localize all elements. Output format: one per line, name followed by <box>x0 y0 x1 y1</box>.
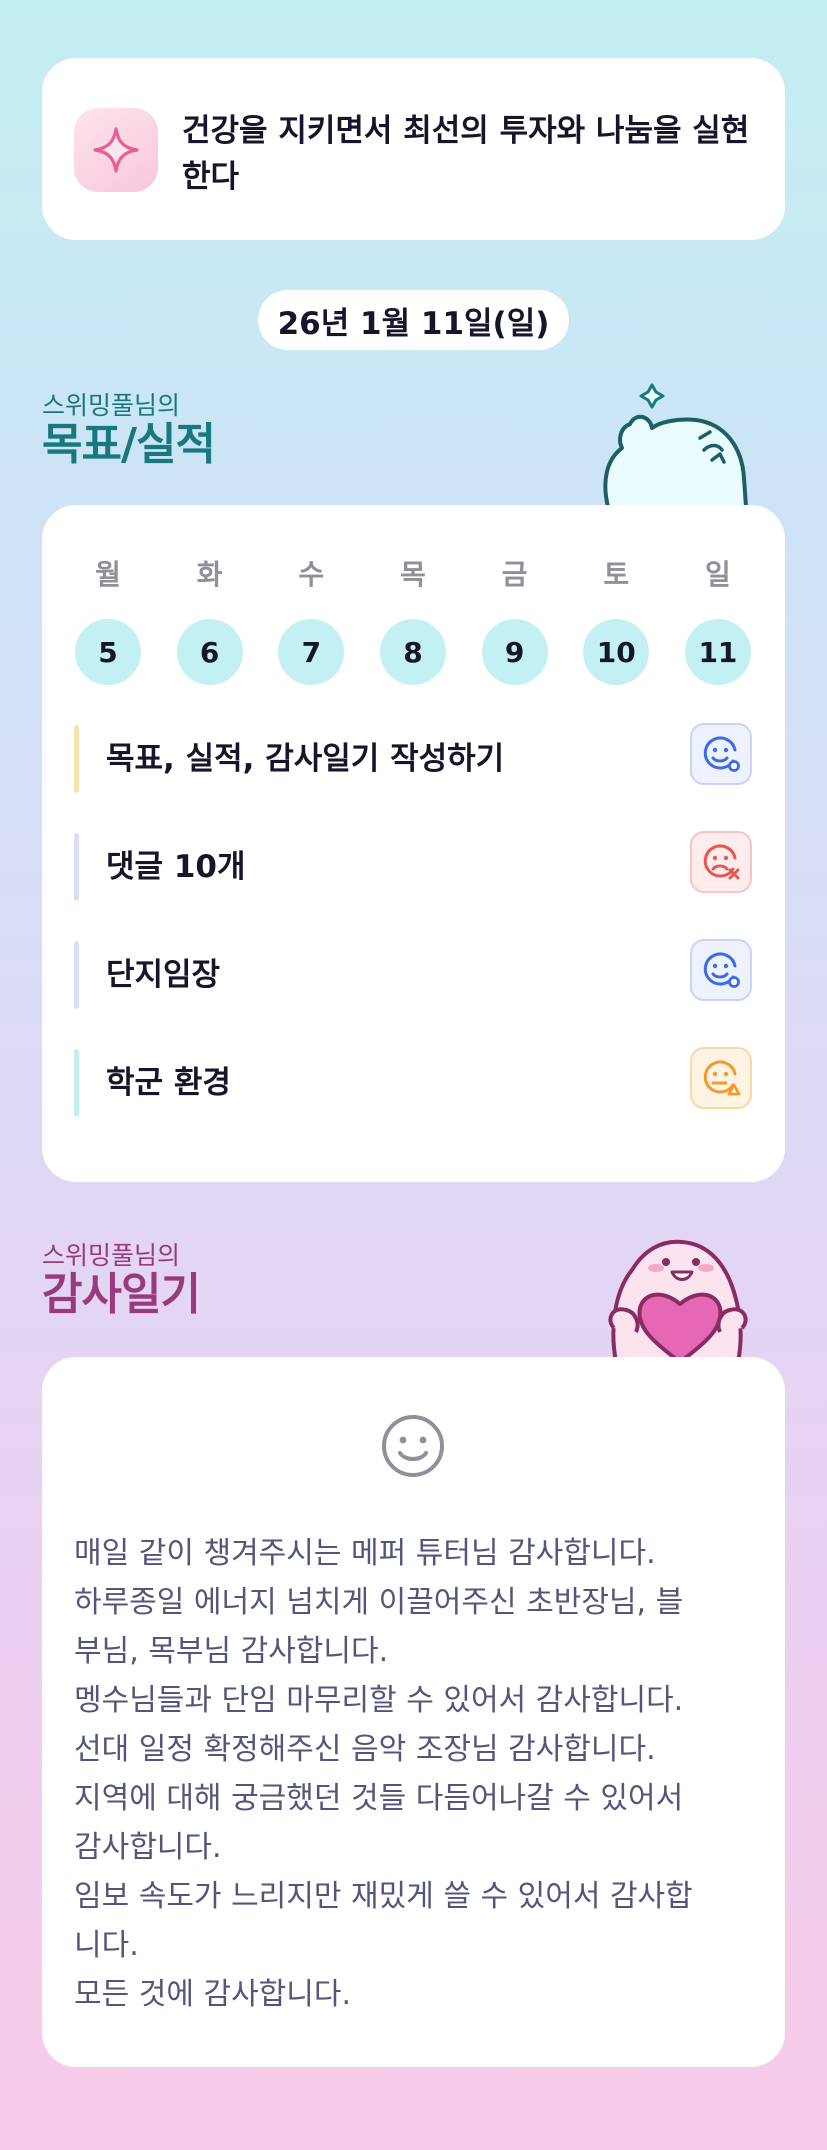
diary-card: 매일 같이 챙겨주시는 메퍼 튜터님 감사합니다. 하루종일 에너지 넘치게 이… <box>42 1357 785 2067</box>
task-item[interactable]: 목표, 실적, 감사일기 작성하기 <box>74 723 752 793</box>
day-number: 8 <box>379 619 446 685</box>
day-name: 일 <box>705 558 731 591</box>
smile-face-icon <box>382 1415 444 1477</box>
status-badge[interactable] <box>690 831 752 893</box>
diary-section-subtitle: 스위밍풀님의 <box>42 1241 181 1270</box>
status-badge[interactable] <box>690 723 752 785</box>
heart-mascot <box>596 1232 758 1366</box>
task-color-bar <box>74 833 79 901</box>
goals-section-title: 목표/실적 <box>42 419 216 470</box>
task-label: 단지임장 <box>106 957 221 993</box>
task-item[interactable]: 댓글 10개 <box>74 831 752 901</box>
diary-line: 선대 일정 확정해주신 음악 조장님 감사합니다. <box>74 1732 656 1767</box>
day-thu[interactable]: 목 8 <box>379 555 447 685</box>
day-name: 금 <box>501 558 528 591</box>
date-pill: 26년 1월 11일(일) <box>258 290 569 350</box>
smile-circle-icon <box>703 952 740 988</box>
task-label: 목표, 실적, 감사일기 작성하기 <box>106 741 505 777</box>
goals-section-header: 스위밍풀님의 목표/실적 <box>42 391 216 470</box>
day-name: 수 <box>298 558 325 591</box>
day-fri[interactable]: 금 9 <box>481 555 549 685</box>
diary-line: 모든 것에 감사합니다. <box>74 1977 352 2012</box>
task-color-bar <box>74 725 79 793</box>
day-name: 화 <box>196 558 223 591</box>
diary-section-title: 감사일기 <box>42 1269 201 1320</box>
smile-circle-icon <box>703 736 740 772</box>
goal-text: 건강을 지키면서 최선의 투자와 나눔을 실현한다 <box>182 113 750 195</box>
goals-card: 월 5 화 6 수 7 목 8 금 9 토 10 일 11 목표, 실적, 감사… <box>42 505 785 1182</box>
day-tue[interactable]: 화 6 <box>176 555 244 685</box>
sad-x-icon <box>703 844 740 880</box>
task-color-bar <box>74 1049 79 1117</box>
goals-section-subtitle: 스위밍풀님의 <box>42 391 181 420</box>
task-item[interactable]: 단지임장 <box>74 939 752 1009</box>
diary-line: 임보 속도가 느리지만 재밌게 쓸 수 있어서 감사합 <box>74 1879 693 1914</box>
sparkle-icon <box>74 108 158 192</box>
day-name: 목 <box>400 558 426 591</box>
diary-line: 부님, 목부님 감사합니다. <box>74 1634 389 1669</box>
goal-card: 건강을 지키면서 최선의 투자와 나눔을 실현한다 <box>42 58 785 240</box>
task-label: 학군 환경 <box>106 1065 231 1101</box>
diary-line: 니다. <box>74 1928 139 1963</box>
day-name: 토 <box>603 558 630 591</box>
week-strip: 월 5 화 6 수 7 목 8 금 9 토 10 일 11 <box>74 555 752 685</box>
diary-text: 매일 같이 챙겨주시는 메퍼 튜터님 감사합니다. 하루종일 에너지 넘치게 이… <box>74 1529 764 2019</box>
diary-line: 지역에 대해 궁금했던 것들 다듬어나갈 수 있어서 <box>74 1781 684 1816</box>
day-sat[interactable]: 토 10 <box>582 555 650 685</box>
day-number: 11 <box>684 619 751 685</box>
neutral-triangle-icon <box>703 1060 741 1096</box>
day-number: 9 <box>481 619 548 685</box>
task-color-bar <box>74 941 79 1009</box>
status-badge[interactable] <box>690 1047 752 1109</box>
day-number: 7 <box>278 619 345 685</box>
task-item[interactable]: 학군 환경 <box>74 1047 752 1117</box>
day-number: 6 <box>176 619 243 685</box>
day-name: 월 <box>95 558 121 591</box>
diary-line: 멩수님들과 단임 마무리할 수 있어서 감사합니다. <box>74 1683 684 1718</box>
winking-mascot <box>600 382 750 511</box>
diary-line: 하루종일 에너지 넘치게 이끌어주신 초반장님, 블 <box>74 1585 684 1620</box>
day-mon[interactable]: 월 5 <box>74 555 142 685</box>
diary-line: 감사합니다. <box>74 1830 222 1865</box>
day-number: 10 <box>583 619 650 685</box>
day-sun[interactable]: 일 11 <box>684 555 752 685</box>
diary-line: 매일 같이 챙겨주시는 메퍼 튜터님 감사합니다. <box>74 1536 656 1571</box>
diary-section-header: 스위밍풀님의 감사일기 <box>42 1241 201 1320</box>
task-label: 댓글 10개 <box>106 849 246 885</box>
day-wed[interactable]: 수 7 <box>277 555 345 685</box>
day-number: 5 <box>75 619 141 685</box>
status-badge[interactable] <box>690 939 752 1001</box>
